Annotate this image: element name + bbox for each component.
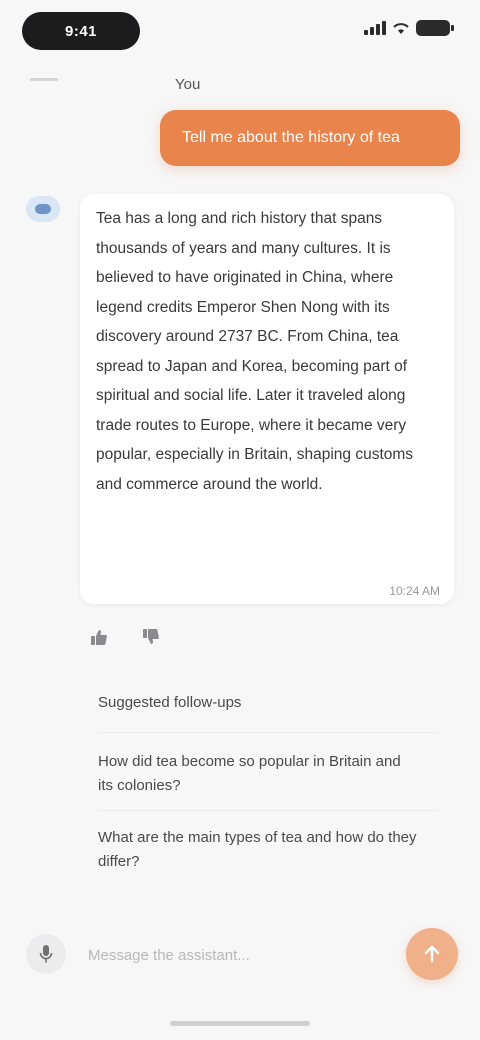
thumbs-down-icon[interactable]: [140, 626, 162, 648]
send-button[interactable]: [406, 928, 458, 980]
suggestion-divider: [98, 732, 438, 733]
wifi-icon: [393, 23, 409, 34]
assistant-avatar: [26, 196, 60, 222]
signal-icon: [364, 21, 386, 35]
microphone-icon: [39, 945, 53, 963]
message-input[interactable]: [86, 936, 390, 974]
user-label: You: [175, 76, 201, 93]
user-message-bubble[interactable]: Tell me about the history of tea: [160, 110, 460, 166]
send-icon: [424, 945, 440, 963]
battery-icon: [416, 20, 454, 36]
chat-screen: 9:41 You Tell me about the history of te…: [0, 0, 480, 1040]
suggestion-item[interactable]: What are the main types of tea and how d…: [98, 826, 418, 874]
assistant-message-text: Tea has a long and rich history that spa…: [96, 210, 414, 493]
status-bar: 9:41: [0, 0, 480, 64]
message-timestamp: 10:24 AM: [389, 584, 440, 598]
status-icons: [364, 20, 454, 36]
header-divider: [30, 78, 58, 81]
suggestion-item[interactable]: How did tea become so popular in Britain…: [98, 750, 418, 798]
message-reactions: [88, 626, 162, 648]
assistant-avatar-icon: [35, 204, 51, 214]
status-time: 9:41: [22, 12, 140, 50]
message-input-bar: [0, 920, 480, 990]
home-indicator: [170, 1021, 310, 1026]
assistant-message-bubble[interactable]: Tea has a long and rich history that spa…: [80, 194, 454, 604]
suggestions-header: Suggested follow-ups: [98, 694, 242, 711]
suggestion-divider: [98, 810, 438, 811]
microphone-button[interactable]: [26, 934, 66, 974]
thumbs-up-icon[interactable]: [88, 626, 110, 648]
